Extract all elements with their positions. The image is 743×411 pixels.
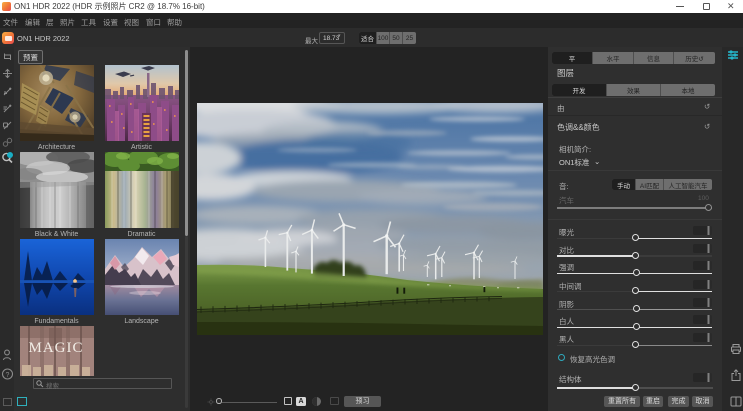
svg-text:?: ?	[6, 372, 10, 379]
svg-text:MAGIC: MAGIC	[28, 340, 83, 356]
